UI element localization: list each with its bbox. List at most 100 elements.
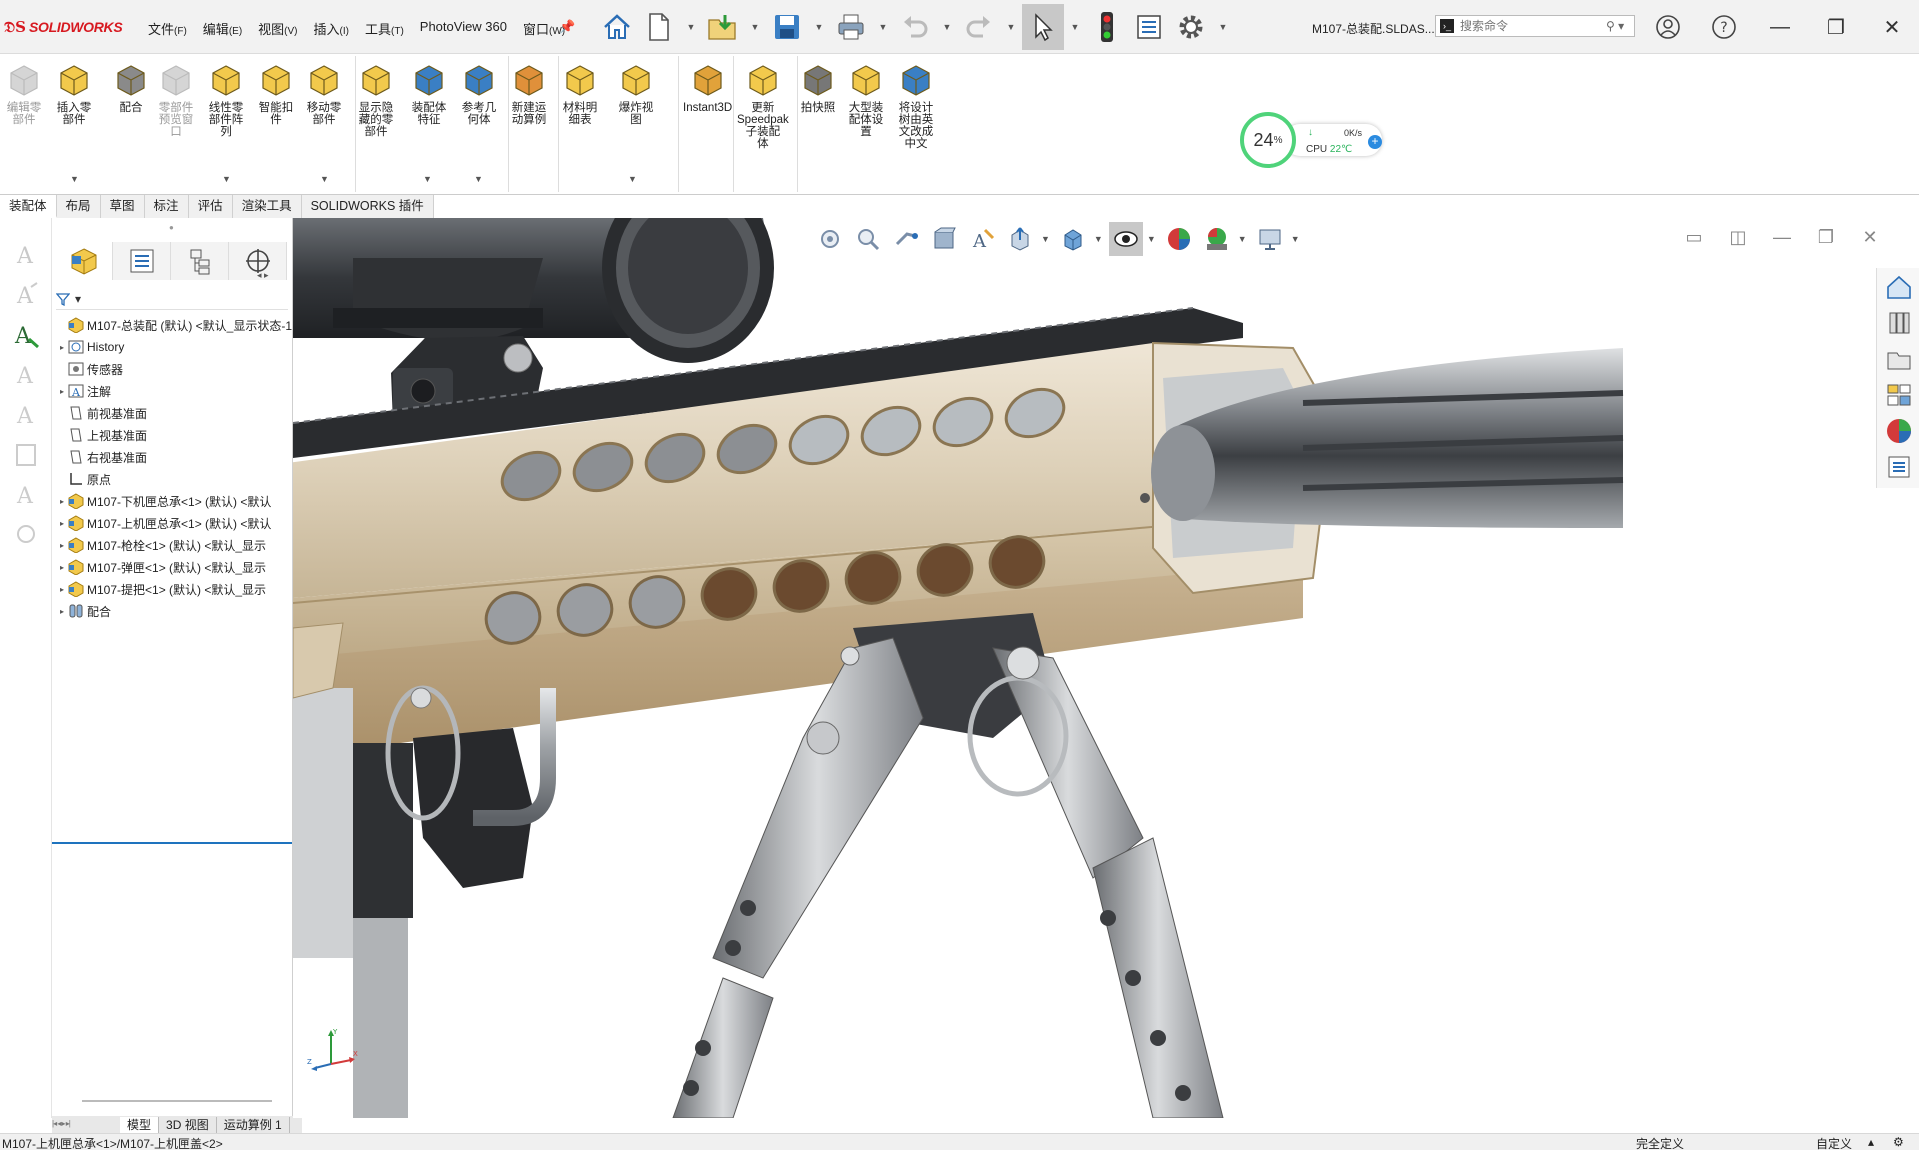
undo-button[interactable] — [894, 4, 936, 50]
pattern-dropdown[interactable]: ▼ — [222, 174, 231, 184]
tab-feature-tree[interactable] — [55, 242, 113, 280]
save-dropdown[interactable]: ▼ — [808, 4, 830, 50]
tab-nav-arrows[interactable]: |◂ ◂ ▸ ▸| — [52, 1119, 120, 1131]
move-component-dropdown[interactable]: ▼ — [320, 174, 329, 184]
solidworks-resources-icon[interactable] — [1882, 270, 1916, 304]
command-button-0[interactable]: 编辑零 部件 — [6, 62, 42, 126]
command-button-10[interactable]: 新建运 动算例 — [511, 62, 547, 126]
command-button-17[interactable]: 将设计 树由英 文改成 中文 — [898, 62, 934, 150]
new-document-button[interactable] — [638, 4, 680, 50]
split-view-icon[interactable]: ◫ — [1727, 226, 1749, 248]
single-view-icon[interactable]: ▭ — [1683, 226, 1705, 248]
view-orientation-button[interactable] — [1003, 222, 1037, 256]
expand-arrow-icon[interactable]: ▸ — [56, 387, 68, 396]
menu-item-5[interactable]: PhotoView 360 — [412, 19, 515, 38]
cpu-monitor-widget[interactable]: 24% ↓ 0K/s CPU 22℃ + — [1240, 112, 1388, 168]
rollback-bar[interactable] — [52, 842, 292, 844]
view-settings-button[interactable] — [1253, 222, 1287, 256]
hole-callout-icon[interactable] — [10, 518, 42, 550]
surface-finish-icon[interactable]: A — [10, 398, 42, 430]
viewport-restore-icon[interactable]: ❐ — [1815, 226, 1837, 248]
expand-arrow-icon[interactable]: ▸ — [56, 519, 68, 528]
exploded-view-dropdown[interactable]: ▼ — [628, 174, 637, 184]
command-tab-4[interactable]: 评估 — [189, 195, 233, 218]
command-button-16[interactable]: 大型装 配体设 置 — [848, 62, 884, 138]
dynamic-annotation-button[interactable]: A — [965, 222, 999, 256]
tree-filter[interactable]: ▾ — [56, 288, 288, 310]
command-button-7[interactable]: 显示隐 藏的零 部件 — [358, 62, 394, 138]
view-orientation-dropdown[interactable]: ▼ — [1041, 234, 1050, 244]
horizontal-scrollbar[interactable] — [82, 1100, 272, 1102]
expand-arrow-icon[interactable]: ▸ — [56, 607, 68, 616]
command-button-2[interactable]: 配合 — [113, 62, 149, 114]
undo-dropdown[interactable]: ▼ — [936, 4, 958, 50]
note-icon[interactable]: A — [10, 238, 42, 270]
apply-scene-button[interactable] — [1200, 222, 1234, 256]
reference-geometry-dropdown[interactable]: ▼ — [474, 174, 483, 184]
command-tab-0[interactable]: 装配体 — [0, 195, 57, 218]
open-button[interactable] — [702, 4, 744, 50]
graphics-area[interactable]: A ▼ ▼ ▼ ▼ ▼ ▭ ◫ — ❐ ✕ Y X Z — [293, 218, 1919, 1118]
viewport-close-icon[interactable]: ✕ — [1859, 226, 1881, 248]
select-button[interactable] — [1022, 4, 1064, 50]
rebuild-button[interactable] — [1086, 4, 1128, 50]
auto-balloon-icon[interactable]: A — [10, 318, 42, 350]
viewport-minimize-icon[interactable]: — — [1771, 226, 1793, 248]
zoom-to-fit-button[interactable] — [813, 222, 847, 256]
plus-icon[interactable]: + — [1368, 135, 1382, 149]
save-button[interactable] — [766, 4, 808, 50]
status-custom-units[interactable]: 自定义 — [1816, 1135, 1852, 1152]
menu-item-4[interactable]: 工具(T) — [357, 19, 412, 38]
search-input[interactable] — [1460, 19, 1600, 33]
file-explorer-icon[interactable] — [1882, 342, 1916, 376]
view-palette-icon[interactable] — [1882, 378, 1916, 412]
hide-show-items-button[interactable] — [1108, 222, 1143, 256]
solidworks-logo[interactable]: 𝔇S SOLIDWORKS — [4, 17, 123, 37]
edit-appearance-button[interactable] — [1162, 222, 1196, 256]
view-settings-dropdown[interactable]: ▼ — [1291, 234, 1300, 244]
previous-view-button[interactable] — [889, 222, 923, 256]
home-button[interactable] — [596, 4, 638, 50]
tree-node[interactable]: 右视基准面 — [56, 446, 292, 468]
splitter-handle[interactable]: ● — [169, 223, 174, 232]
tree-node[interactable]: M107-总装配 (默认) <默认_显示状态-1 — [56, 314, 292, 336]
command-search[interactable]: ›_ ⚲ ▾ — [1435, 15, 1635, 37]
design-library-icon[interactable] — [1882, 306, 1916, 340]
tree-node[interactable]: ▸ M107-提把<1> (默认) <默认_显示 — [56, 578, 292, 600]
hide-show-dropdown[interactable]: ▼ — [1147, 234, 1156, 244]
tab-configuration-manager[interactable] — [171, 242, 229, 280]
command-tab-5[interactable]: 渲染工具 — [233, 195, 302, 218]
tree-node[interactable]: ▸ M107-弹匣<1> (默认) <默认_显示 — [56, 556, 292, 578]
expand-arrow-icon[interactable]: ▸ — [56, 541, 68, 550]
weld-symbol-icon[interactable] — [10, 438, 42, 470]
command-button-9[interactable]: 参考几 何体 — [461, 62, 497, 126]
menu-item-0[interactable]: 文件(F) — [140, 19, 195, 38]
bottom-tab-0[interactable]: 模型 — [120, 1116, 160, 1133]
tree-node[interactable]: ▸ History — [56, 336, 292, 358]
tree-node[interactable]: ▸ M107-上机匣总承<1> (默认) <默认 — [56, 512, 292, 534]
print-dropdown[interactable]: ▼ — [872, 4, 894, 50]
display-style-button[interactable] — [1056, 222, 1090, 256]
bottom-tab-2[interactable]: 运动算例 1 — [217, 1116, 290, 1133]
section-view-button[interactable] — [927, 222, 961, 256]
new-dropdown[interactable]: ▼ — [680, 4, 702, 50]
expand-arrow-icon[interactable]: ▸ — [56, 497, 68, 506]
command-button-13[interactable]: Instant3D — [683, 62, 732, 114]
command-button-6[interactable]: 移动零 部件 — [306, 62, 342, 126]
command-button-8[interactable]: 装配体 特征 — [411, 62, 447, 126]
tree-node[interactable]: ▸ 配合 — [56, 600, 292, 622]
command-tab-1[interactable]: 布局 — [57, 195, 101, 218]
command-button-4[interactable]: 线性零 部件阵 列 — [208, 62, 244, 138]
assembly-features-dropdown[interactable]: ▼ — [423, 174, 432, 184]
command-button-11[interactable]: 材料明 细表 — [562, 62, 598, 126]
filter-dropdown-icon[interactable]: ▾ — [75, 292, 81, 306]
command-button-15[interactable]: 拍快照 — [800, 62, 836, 114]
command-button-12[interactable]: 爆炸视 图 — [618, 62, 654, 126]
command-tab-2[interactable]: 草图 — [101, 195, 145, 218]
balloon-icon[interactable]: A — [10, 278, 42, 310]
insert-components-dropdown[interactable]: ▼ — [70, 174, 79, 184]
status-options-icon[interactable]: ⚙ — [1893, 1135, 1904, 1149]
units-dropdown-icon[interactable]: ▴ — [1868, 1135, 1874, 1149]
print-button[interactable] — [830, 4, 872, 50]
options-button[interactable] — [1170, 4, 1212, 50]
